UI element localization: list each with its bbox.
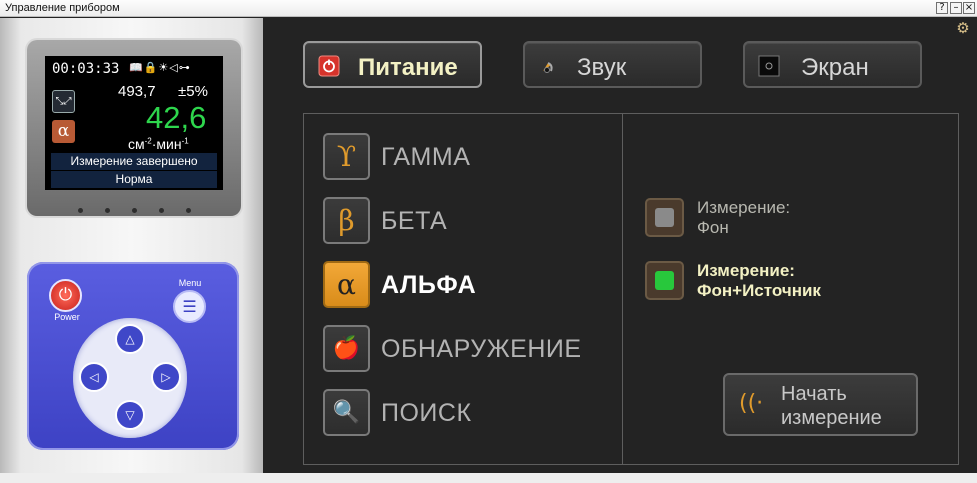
measurement-background-line1: Измерение:: [697, 198, 791, 217]
lcd-error: ±5%: [178, 83, 208, 100]
bottom-strip: [0, 473, 977, 483]
mode-gamma-label: ГАММА: [381, 143, 471, 171]
screen-button[interactable]: Экран: [743, 41, 922, 88]
lcd-alpha-icon: α: [52, 120, 75, 143]
sound-icon: [543, 62, 553, 73]
alpha-icon: α: [323, 261, 370, 308]
measurement-background-line2: Фон: [697, 218, 729, 237]
lcd-unit-exp1: -2: [144, 136, 152, 146]
measurement-background-option[interactable]: Измерение: Фон: [645, 196, 875, 238]
device-power-label: Power: [54, 312, 80, 322]
minimize-button[interactable]: –: [950, 2, 962, 14]
source-indicator-light: [655, 271, 674, 290]
device-power-icon[interactable]: ⏻: [49, 279, 82, 312]
background-indicator-light: [655, 208, 674, 227]
gamma-icon: ϒ: [323, 133, 370, 180]
signal-waves-icon: ((·: [739, 391, 764, 416]
lcd-status: Норма: [51, 171, 217, 188]
start-measurement-line1: Начать: [781, 383, 847, 405]
lcd-unit-base: см: [128, 136, 145, 152]
mode-gamma[interactable]: ϒ ГАММА: [323, 133, 603, 181]
measurement-source-option[interactable]: Измерение: Фон+Источник: [645, 259, 875, 301]
help-button[interactable]: ?: [936, 2, 948, 14]
mode-detection[interactable]: 🍎 ОБНАРУЖЕНИЕ: [323, 325, 603, 373]
screen-button-label: Экран: [801, 54, 869, 81]
dpad-down-icon[interactable]: ▽: [115, 400, 145, 430]
mode-search-label: ПОИСК: [381, 399, 472, 427]
window-title: Управление прибором: [5, 2, 120, 14]
lcd-frame: 00:03:33 📖🔒☀◁⊶ ⤡⤢ α 493,7 ±5% 42,6 см-2·…: [27, 40, 241, 216]
lcd-unit-exp2: -1: [181, 136, 189, 146]
lcd-count: 493,7: [118, 83, 156, 100]
magnifier-icon: 🔍: [323, 389, 370, 436]
mode-panel-divider: [622, 113, 623, 465]
apple-icon: 🍎: [323, 325, 370, 372]
background-indicator: [645, 198, 684, 237]
device-keypad: ⏻ Power Menu ☰ △ ◁ ▷ ▽: [27, 262, 239, 450]
dpad-left-sound-icon[interactable]: ◁: [79, 362, 109, 392]
title-bar: Управление прибором ? – ×: [0, 0, 977, 17]
settings-gear-icon[interactable]: ⚙: [955, 20, 971, 36]
dpad-up-icon[interactable]: △: [115, 324, 145, 354]
sound-button[interactable]: Звук: [523, 41, 702, 88]
power-icon: [318, 55, 340, 77]
lcd-status-icons: 📖🔒☀◁⊶: [129, 61, 191, 74]
start-measurement-line2: измерение: [781, 407, 882, 429]
screen-icon: [758, 55, 780, 77]
power-button-label: Питание: [358, 54, 458, 81]
start-measurement-button[interactable]: ((· Начать измерение: [723, 373, 918, 436]
sound-button-label: Звук: [577, 54, 627, 81]
lcd-dots: [27, 200, 241, 213]
lcd-time: 00:03:33: [52, 61, 120, 77]
mode-beta[interactable]: β БЕТА: [323, 197, 603, 245]
source-indicator: [645, 261, 684, 300]
mode-alpha[interactable]: α АЛЬФА: [323, 261, 603, 309]
close-button[interactable]: ×: [963, 2, 975, 14]
mode-search[interactable]: 🔍 ПОИСК: [323, 389, 603, 437]
lcd-screen: 00:03:33 📖🔒☀◁⊶ ⤡⤢ α 493,7 ±5% 42,6 см-2·…: [45, 56, 223, 190]
app-window: Управление прибором ? – × ⚙ 00:03:33 📖🔒☀…: [0, 0, 977, 483]
lcd-unit: см-2·мин-1: [128, 136, 189, 152]
measurement-source-line2: Фон+Источник: [697, 281, 821, 300]
device-menu-label: Menu: [178, 278, 202, 288]
lcd-main-value: 42,6: [146, 100, 207, 135]
lcd-collapse-icon: ⤡⤢: [52, 90, 75, 113]
device-panel: 00:03:33 📖🔒☀◁⊶ ⤡⤢ α 493,7 ±5% 42,6 см-2·…: [0, 18, 263, 473]
device-menu-icon[interactable]: ☰: [173, 290, 206, 323]
beta-icon: β: [323, 197, 370, 244]
mode-beta-label: БЕТА: [381, 207, 448, 235]
mode-detection-label: ОБНАРУЖЕНИЕ: [381, 335, 582, 363]
dpad-right-timer-icon[interactable]: ▷: [151, 362, 181, 392]
measurement-source-line1: Измерение:: [697, 261, 795, 280]
power-button[interactable]: Питание: [303, 41, 482, 88]
device-dpad: △ ◁ ▷ ▽: [73, 318, 187, 438]
mode-alpha-label: АЛЬФА: [381, 271, 477, 299]
lcd-unit-mid: ·мин: [151, 136, 182, 152]
lcd-message: Измерение завершено: [51, 153, 217, 170]
